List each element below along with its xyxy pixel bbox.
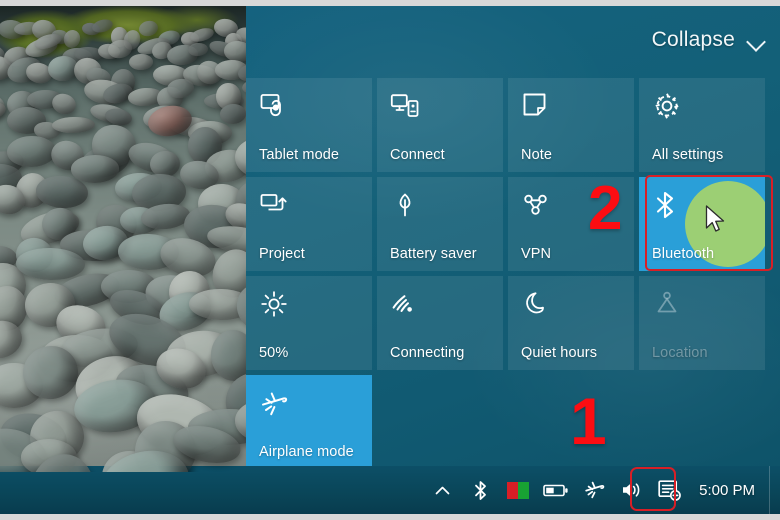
quick-action-tile-label: Note	[521, 147, 553, 163]
note-icon	[521, 91, 551, 121]
wifi-icon	[390, 289, 420, 319]
airplane-icon	[259, 388, 289, 418]
quick-action-tile-connect[interactable]: Connect	[377, 78, 503, 172]
quick-action-tile-all-settings[interactable]: All settings	[639, 78, 765, 172]
quick-action-tile-location: Location	[639, 276, 765, 370]
action-center-quiet-hours-icon	[658, 480, 681, 501]
taskbar-clock[interactable]: 5:00 PM	[689, 482, 769, 499]
collapse-button[interactable]: Collapse	[652, 28, 766, 52]
tray-language-button[interactable]	[499, 466, 537, 514]
quick-action-tile-label: Airplane mode	[259, 444, 354, 460]
battery-saver-leaf-icon	[390, 190, 420, 220]
desktop-wallpaper	[0, 6, 246, 472]
quick-action-tile-label: Location	[652, 345, 708, 361]
quick-action-tile-tablet-mode[interactable]: Tablet mode	[246, 78, 372, 172]
quick-action-tile-label: Bluetooth	[652, 246, 715, 262]
quick-action-tile-airplane-mode[interactable]: Airplane mode	[246, 375, 372, 469]
tray-airplane-mode-button[interactable]	[575, 466, 613, 514]
quick-action-tile-label: Quiet hours	[521, 345, 598, 361]
action-center-panel: Collapse Tablet mode Connect Note All setti…	[246, 6, 780, 469]
vpn-icon	[521, 190, 551, 220]
mouse-cursor-pointer	[705, 205, 727, 235]
collapse-label: Collapse	[651, 28, 735, 51]
tray-volume-button[interactable]	[613, 466, 651, 514]
quick-action-tile-label: VPN	[521, 246, 552, 262]
quick-action-row: 50% Connecting Quiet hours Location	[246, 276, 780, 370]
tray-battery-button[interactable]	[537, 466, 575, 514]
quick-action-tile-label: Project	[259, 246, 305, 262]
quick-action-row: Tablet mode Connect Note All settings	[246, 78, 780, 172]
page-bottom-margin	[0, 514, 780, 520]
quick-action-row: Project Battery saver VPN Bluetooth	[246, 177, 780, 271]
screen: Collapse Tablet mode Connect Note All setti…	[0, 0, 780, 520]
tray-action-center-button[interactable]	[651, 466, 689, 514]
brightness-sun-icon	[259, 289, 289, 319]
tray-bluetooth-button[interactable]	[461, 466, 499, 514]
quick-action-tile-vpn[interactable]: VPN	[508, 177, 634, 271]
show-desktop-button[interactable]	[769, 466, 776, 514]
quick-action-tile-battery-saver[interactable]: Battery saver	[377, 177, 503, 271]
location-pin-icon	[652, 289, 682, 319]
quick-action-tile-empty	[377, 375, 503, 469]
speaker-volume-icon	[623, 483, 640, 497]
chevron-down-icon	[747, 31, 766, 50]
quick-action-tile-empty	[508, 375, 634, 469]
quick-action-tile-empty	[639, 375, 765, 469]
project-icon	[259, 190, 289, 220]
battery-icon	[543, 484, 568, 497]
quick-action-tile-note[interactable]: Note	[508, 78, 634, 172]
connect-icon	[390, 91, 420, 121]
moon-icon	[521, 289, 551, 319]
quick-action-tile-grid: Tablet mode Connect Note All settings Projec…	[246, 78, 780, 474]
quick-action-tile-label: Battery saver	[390, 246, 477, 262]
quick-action-tile-brightness[interactable]: 50%	[246, 276, 372, 370]
gear-icon	[652, 91, 682, 121]
language-flag-icon	[507, 481, 530, 499]
taskbar: 5:00 PM	[0, 466, 780, 514]
tray-show-hidden-icons-button[interactable]	[423, 466, 461, 514]
system-tray: 5:00 PM	[423, 466, 780, 514]
bluetooth-icon	[474, 480, 486, 500]
quick-action-row: Airplane mode	[246, 375, 780, 469]
quick-action-tile-quiet-hours[interactable]: Quiet hours	[508, 276, 634, 370]
chevron-up-icon	[435, 486, 449, 494]
quick-action-tile-label: All settings	[652, 147, 724, 163]
quick-action-tile-label: Connect	[390, 147, 445, 163]
bluetooth-icon	[652, 190, 682, 220]
quick-action-tile-label: Connecting	[390, 345, 465, 361]
quick-action-tile-bluetooth[interactable]: Bluetooth	[639, 177, 765, 271]
quick-action-tile-label: 50%	[259, 345, 289, 361]
quick-action-tile-label: Tablet mode	[259, 147, 340, 163]
airplane-icon	[585, 481, 605, 499]
quick-action-tile-project[interactable]: Project	[246, 177, 372, 271]
tablet-mode-icon	[259, 91, 289, 121]
quick-action-tile-wifi[interactable]: Connecting	[377, 276, 503, 370]
